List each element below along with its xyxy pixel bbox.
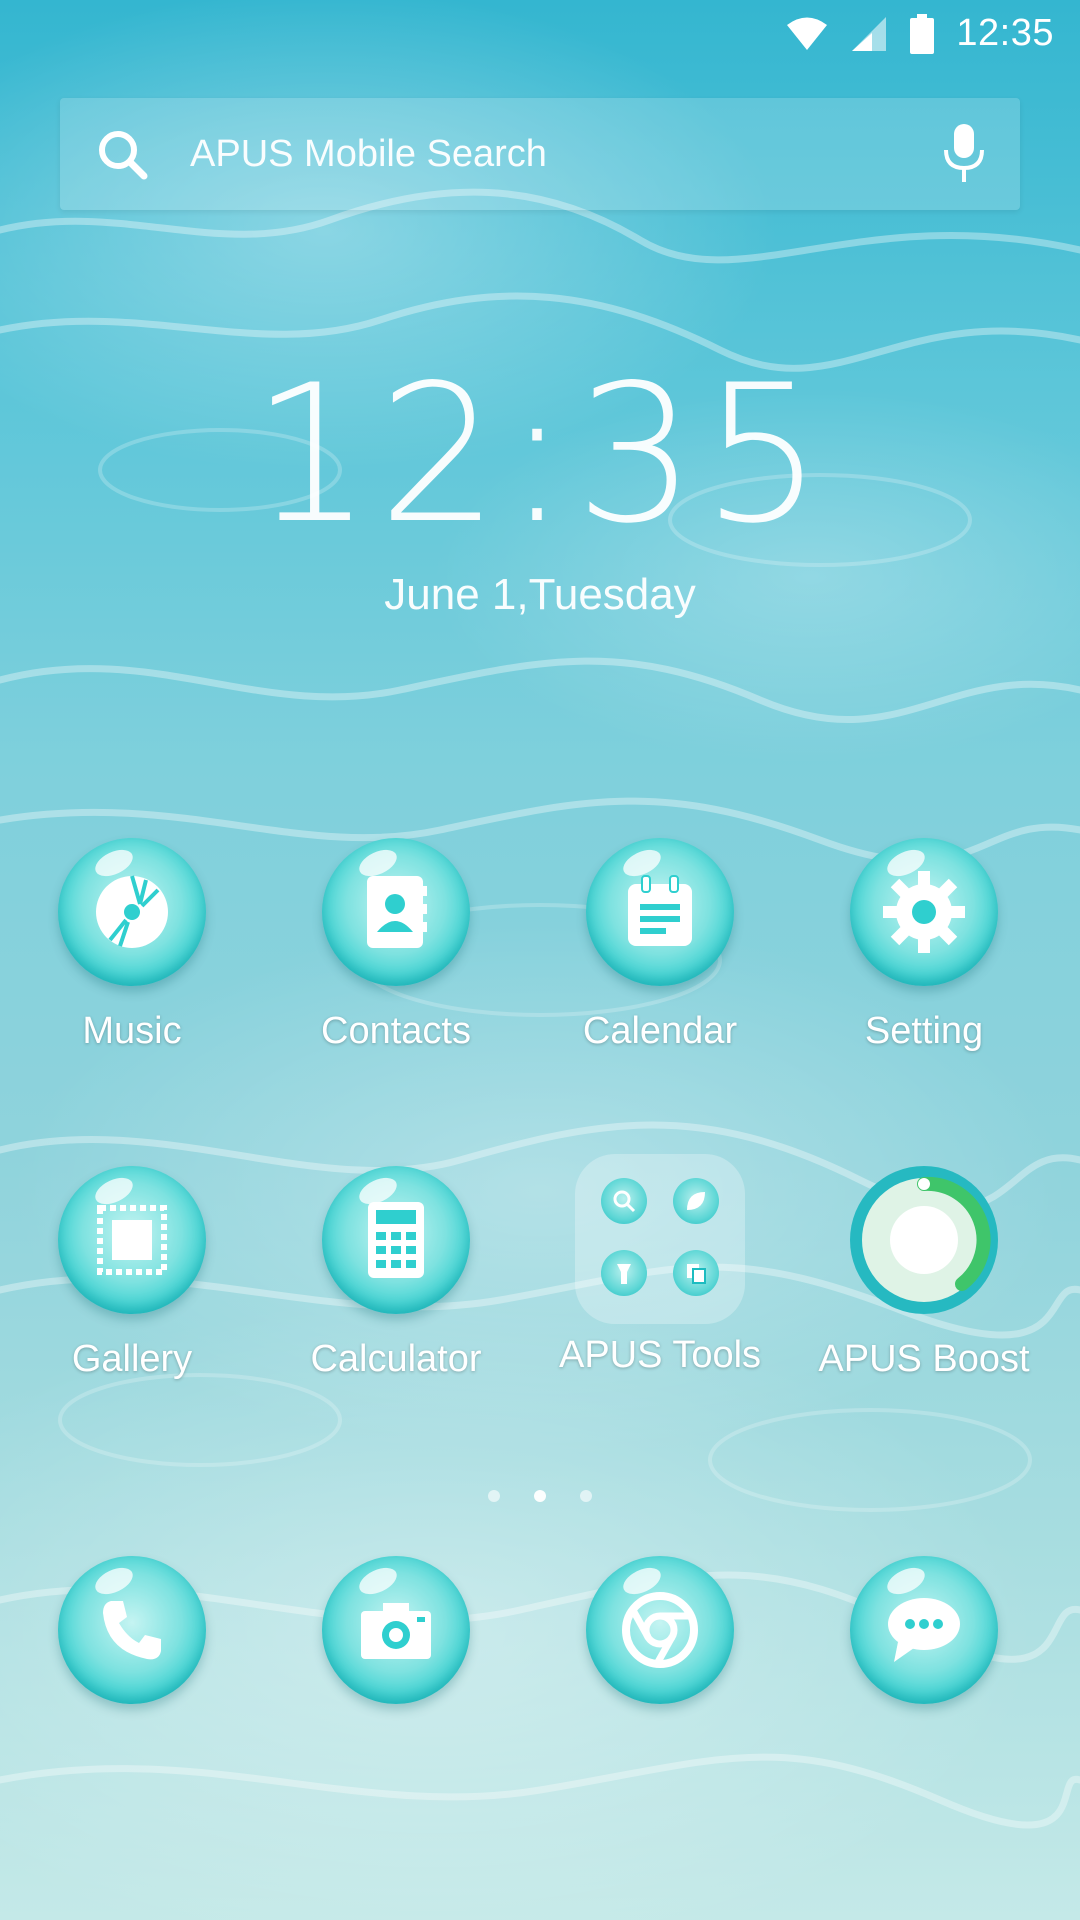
gallery-stamp-icon bbox=[58, 1166, 206, 1314]
search-input[interactable]: APUS Mobile Search bbox=[190, 133, 942, 176]
app-apus-boost[interactable]: APUS Boost bbox=[792, 1166, 1056, 1381]
calendar-icon bbox=[586, 838, 734, 986]
app-calculator[interactable]: Calculator bbox=[264, 1166, 528, 1381]
search-icon bbox=[601, 1178, 647, 1224]
app-gallery[interactable]: Gallery bbox=[0, 1166, 264, 1381]
folder-icon bbox=[575, 1154, 745, 1324]
status-time: 12:35 bbox=[956, 12, 1054, 54]
dock-camera[interactable] bbox=[264, 1556, 528, 1704]
gear-icon bbox=[850, 838, 998, 986]
app-contacts[interactable]: Contacts bbox=[264, 838, 528, 1053]
browser-icon bbox=[586, 1556, 734, 1704]
dock-messages[interactable] bbox=[792, 1556, 1056, 1704]
app-label: APUS Boost bbox=[818, 1338, 1030, 1380]
battery-icon bbox=[910, 13, 935, 54]
app-music[interactable]: Music bbox=[0, 838, 264, 1053]
message-bubble-icon bbox=[850, 1556, 998, 1704]
page-dot bbox=[580, 1490, 592, 1502]
app-label: Setting bbox=[864, 1010, 984, 1052]
app-setting[interactable]: Setting bbox=[792, 838, 1056, 1053]
app-label: Music bbox=[82, 1010, 182, 1052]
calculator-icon bbox=[322, 1166, 470, 1314]
page-dot-active bbox=[534, 1490, 546, 1502]
app-label: Calendar bbox=[582, 1010, 738, 1052]
page-dot bbox=[488, 1490, 500, 1502]
phone-icon bbox=[58, 1556, 206, 1704]
wifi-icon bbox=[787, 17, 828, 50]
copy-icon bbox=[673, 1250, 719, 1296]
clock-time[interactable]: 12:35 bbox=[0, 360, 1080, 550]
dock-phone[interactable] bbox=[0, 1556, 264, 1704]
cell-signal-icon bbox=[852, 16, 887, 51]
app-label: Gallery bbox=[71, 1338, 193, 1380]
app-apus-tools[interactable]: APUS Tools bbox=[528, 1154, 792, 1377]
mic-icon[interactable] bbox=[942, 124, 986, 184]
dock-browser[interactable] bbox=[528, 1556, 792, 1704]
music-disc-icon bbox=[58, 838, 206, 986]
app-label: APUS Tools bbox=[558, 1334, 762, 1376]
leaf-icon bbox=[673, 1178, 719, 1224]
contacts-book-icon bbox=[322, 838, 470, 986]
app-label: Calculator bbox=[310, 1338, 482, 1380]
flashlight-icon bbox=[601, 1250, 647, 1296]
search-bar[interactable]: APUS Mobile Search bbox=[60, 98, 1020, 210]
search-icon[interactable] bbox=[96, 128, 148, 180]
app-label: Contacts bbox=[321, 1010, 471, 1052]
status-bar: 12:35 bbox=[0, 0, 1080, 72]
app-calendar[interactable]: Calendar bbox=[528, 838, 792, 1053]
page-indicator bbox=[0, 1490, 1080, 1502]
boost-ring-icon bbox=[850, 1166, 998, 1314]
camera-icon bbox=[322, 1556, 470, 1704]
clock-date: June 1,Tuesday bbox=[384, 570, 696, 619]
